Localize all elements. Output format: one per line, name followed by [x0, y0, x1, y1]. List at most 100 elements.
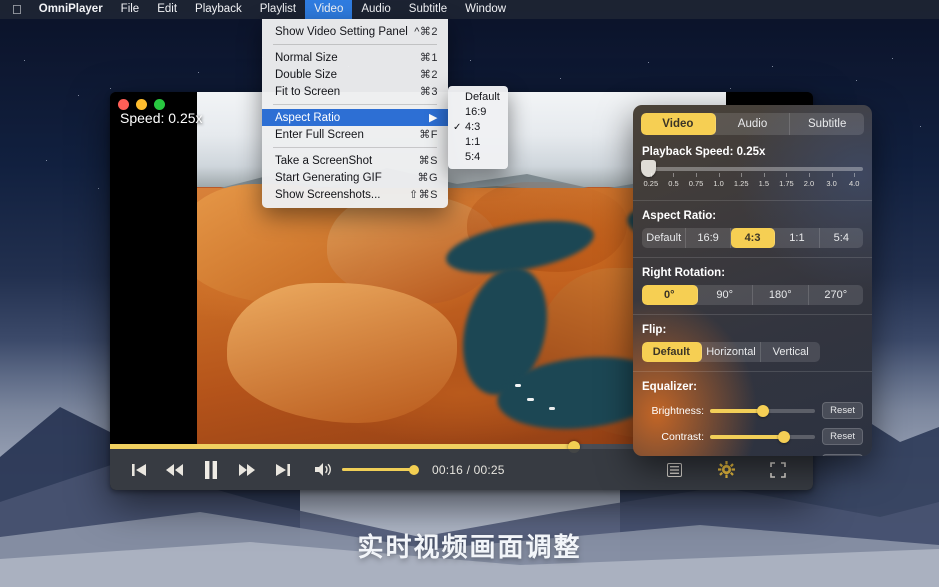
- menu-item-label: Start Generating GIF: [275, 172, 417, 184]
- equalizer-slider-contrast[interactable]: [710, 435, 815, 439]
- playback-speed-slider[interactable]: [642, 167, 863, 171]
- aspect-ratio-submenu: Default16:9 ✓4:31:15:4: [448, 86, 508, 169]
- equalizer-row: Contrast:Reset: [642, 428, 863, 445]
- menu-item-shortcut: ⇧⌘S: [409, 188, 438, 201]
- right-rotation-segmented: 0°90°180°270°: [642, 285, 863, 305]
- close-button[interactable]: [118, 99, 129, 110]
- menu-item-start-generating-gif[interactable]: Start Generating GIF⌘G: [262, 169, 448, 186]
- tab-video[interactable]: Video: [641, 113, 716, 135]
- speed-tick-label: 2.0: [804, 179, 814, 188]
- zoom-button[interactable]: [154, 99, 165, 110]
- speed-tick-mark: [786, 173, 787, 177]
- fullscreen-icon[interactable]: [763, 455, 793, 485]
- flip-option-vertical[interactable]: Vertical: [761, 342, 820, 362]
- menu-item-label: Enter Full Screen: [275, 129, 419, 141]
- menu-item-shortcut: ^⌘2: [414, 25, 438, 38]
- playback-speed-ticks: 0.250.50.751.01.251.51.752.03.04.0: [642, 173, 863, 191]
- playlist-icon[interactable]: [659, 455, 689, 485]
- menu-item-label: Double Size: [275, 69, 420, 81]
- speed-tick-label: 3.0: [826, 179, 836, 188]
- menu-bar-item-playlist[interactable]: Playlist: [251, 0, 305, 19]
- apple-logo-icon[interactable]: : [8, 0, 30, 19]
- menu-item-take-a-screenshot[interactable]: Take a ScreenShot⌘S: [262, 152, 448, 169]
- submenu-item-5-4[interactable]: 5:4: [448, 150, 508, 165]
- speed-tick-label: 4.0: [849, 179, 859, 188]
- aspect-option-16-9[interactable]: 16:9: [686, 228, 730, 248]
- submenu-item-4-3[interactable]: ✓4:3: [448, 120, 508, 135]
- playback-speed-title: Playback Speed: 0.25x: [642, 146, 863, 158]
- submenu-item-label: 16:9: [465, 106, 486, 118]
- flip-option-default[interactable]: Default: [642, 342, 702, 362]
- minimize-button[interactable]: [136, 99, 147, 110]
- submenu-item-16-9[interactable]: 16:9: [448, 105, 508, 120]
- equalizer-reset-button[interactable]: Reset: [822, 454, 863, 456]
- rewind-icon[interactable]: [160, 455, 190, 485]
- rotation-option-0[interactable]: 0°: [642, 285, 698, 305]
- rotation-option-180[interactable]: 180°: [753, 285, 809, 305]
- menu-bar-item-video[interactable]: Video: [305, 0, 352, 19]
- settings-tabs: VideoAudioSubtitle: [641, 113, 864, 135]
- submenu-item-1-1[interactable]: 1:1: [448, 135, 508, 150]
- menu-item-normal-size[interactable]: Normal Size⌘1: [262, 49, 448, 66]
- menu-bar-item-omniplayer[interactable]: OmniPlayer: [30, 0, 112, 19]
- volume-handle[interactable]: [409, 465, 419, 475]
- menu-bar-item-playback[interactable]: Playback: [186, 0, 251, 19]
- speed-tick-label: 1.5: [759, 179, 769, 188]
- tab-subtitle[interactable]: Subtitle: [790, 113, 864, 135]
- equalizer-reset-button[interactable]: Reset: [822, 402, 863, 419]
- menu-item-label: Show Video Setting Panel: [275, 26, 414, 38]
- aspect-option-5-4[interactable]: 5:4: [820, 228, 863, 248]
- divider-3: [633, 314, 872, 315]
- equalizer-reset-button[interactable]: Reset: [822, 428, 863, 445]
- speed-tick-mark: [696, 173, 697, 177]
- submenu-item-default[interactable]: Default: [448, 90, 508, 105]
- speed-tick-label: 0.5: [668, 179, 678, 188]
- menu-item-enter-full-screen[interactable]: Enter Full Screen⌘F: [262, 126, 448, 143]
- star: [110, 88, 111, 89]
- flip-option-horizontal[interactable]: Horizontal: [702, 342, 762, 362]
- equalizer-knob[interactable]: [778, 431, 790, 443]
- menu-bar-item-subtitle[interactable]: Subtitle: [400, 0, 456, 19]
- equalizer-title: Equalizer:: [642, 381, 863, 393]
- menu-bar-item-file[interactable]: File: [112, 0, 149, 19]
- menu-item-double-size[interactable]: Double Size⌘2: [262, 66, 448, 83]
- pause-icon[interactable]: [196, 455, 226, 485]
- flip-segmented: DefaultHorizontalVertical: [642, 342, 820, 362]
- right-controls: [659, 455, 813, 485]
- speed-overlay-label: Speed: 0.25x: [120, 110, 203, 126]
- menu-separator: [273, 104, 437, 105]
- equalizer-section: Equalizer: Brightness:ResetContrast:Rese…: [633, 381, 872, 456]
- rotation-option-90[interactable]: 90°: [698, 285, 754, 305]
- star: [470, 60, 471, 61]
- speed-tick-label: 0.25: [644, 179, 659, 188]
- volume-slider[interactable]: [342, 468, 414, 471]
- tab-audio[interactable]: Audio: [716, 113, 791, 135]
- menu-bar-item-window[interactable]: Window: [456, 0, 515, 19]
- star: [892, 58, 893, 59]
- equalizer-knob[interactable]: [757, 405, 769, 417]
- rotation-option-270[interactable]: 270°: [809, 285, 864, 305]
- equalizer-rows: Brightness:ResetContrast:ResetSaturation…: [642, 402, 863, 456]
- equalizer-slider-brightness[interactable]: [710, 409, 815, 413]
- menu-bar-items: OmniPlayerFileEditPlaybackPlaylistVideoA…: [30, 0, 515, 19]
- next-track-icon[interactable]: [268, 455, 298, 485]
- menu-item-show-screenshots[interactable]: Show Screenshots...⇧⌘S: [262, 186, 448, 203]
- fast-forward-icon[interactable]: [232, 455, 262, 485]
- aspect-option-default[interactable]: Default: [642, 228, 686, 248]
- menu-bar-item-edit[interactable]: Edit: [148, 0, 186, 19]
- speed-tick-mark: [673, 173, 674, 177]
- aspect-option-1-1[interactable]: 1:1: [775, 228, 819, 248]
- previous-track-icon[interactable]: [124, 455, 154, 485]
- gear-icon[interactable]: [711, 455, 741, 485]
- aspect-option-4-3[interactable]: 4:3: [731, 228, 775, 248]
- volume-icon[interactable]: [308, 455, 338, 485]
- flip-title: Flip:: [642, 324, 863, 336]
- menu-item-fit-to-screen[interactable]: Fit to Screen⌘3: [262, 83, 448, 100]
- menu-item-show-video-setting-panel[interactable]: Show Video Setting Panel^⌘2: [262, 23, 448, 40]
- speed-tick-mark: [854, 173, 855, 177]
- menu-item-aspect-ratio[interactable]: Aspect Ratio▶: [262, 109, 448, 126]
- menu-bar-item-audio[interactable]: Audio: [352, 0, 399, 19]
- equalizer-fill: [710, 409, 763, 413]
- speed-tick-mark: [809, 173, 810, 177]
- speed-tick-label: 1.75: [779, 179, 794, 188]
